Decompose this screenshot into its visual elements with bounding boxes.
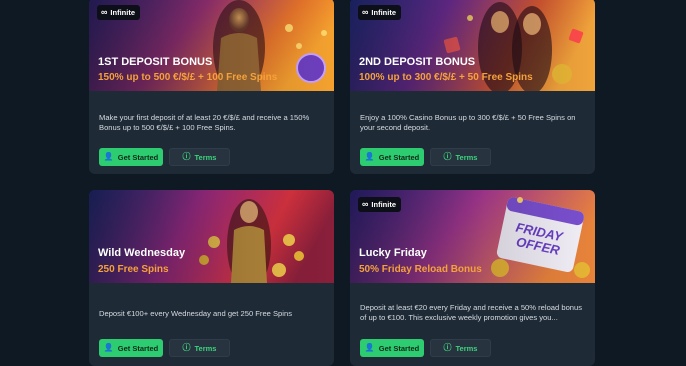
- terms-label: Terms: [455, 343, 478, 353]
- promo-card-wild-wednesday[interactable]: Wild Wednesday 250 Free Spins Deposit €1…: [89, 190, 334, 366]
- promo-subtitle: 150% up to 500 €/$/£ + 100 Free Spins: [98, 72, 278, 83]
- badge-label: Infinite: [371, 200, 397, 209]
- promo-description: Deposit at least €20 every Friday and re…: [360, 303, 583, 322]
- promo-description: Deposit €100+ every Wednesday and get 25…: [99, 309, 292, 318]
- get-started-label: Get Started: [378, 152, 420, 162]
- infinity-icon: ∞: [101, 7, 108, 17]
- promo-banner: Wild Wednesday 250 Free Spins: [89, 190, 334, 283]
- info-circle-icon: ⓘ: [182, 343, 191, 352]
- promo-description: Make your first deposit of at least 20 €…: [99, 113, 310, 132]
- promo-card-second-deposit[interactable]: ∞ Infinite 2ND DEPOSIT BONUS 100% up to …: [350, 0, 595, 174]
- terms-button[interactable]: ⓘ Terms: [169, 148, 230, 166]
- promo-banner: ∞ Infinite 2ND DEPOSIT BONUS 100% up to …: [350, 0, 595, 91]
- infinite-badge: ∞ Infinite: [358, 5, 402, 20]
- get-started-label: Get Started: [117, 152, 159, 162]
- terms-button[interactable]: ⓘ Terms: [169, 339, 230, 357]
- promo-banner: ∞ Infinite 1ST DEPOSIT BONUS 150% up to …: [89, 0, 334, 91]
- get-started-button[interactable]: 👤 Get Started: [360, 339, 424, 357]
- promo-title: 2ND DEPOSIT BONUS: [359, 56, 476, 68]
- infinite-badge: ∞ Infinite: [97, 5, 141, 20]
- info-circle-icon: ⓘ: [443, 152, 452, 161]
- user-plus-icon: 👤: [364, 152, 375, 161]
- promo-card-lucky-friday[interactable]: FRIDAY OFFER ∞ Infinite Lucky Friday 50%…: [350, 190, 595, 366]
- promo-subtitle: 50% Friday Reload Bonus: [359, 264, 482, 275]
- promo-description: Enjoy a 100% Casino Bonus up to 300 €/$/…: [360, 113, 576, 132]
- info-circle-icon: ⓘ: [443, 343, 452, 352]
- infinity-icon: ∞: [362, 7, 369, 17]
- get-started-label: Get Started: [378, 343, 420, 353]
- infinity-icon: ∞: [362, 199, 369, 209]
- promo-card-first-deposit[interactable]: ∞ Infinite 1ST DEPOSIT BONUS 150% up to …: [89, 0, 334, 174]
- info-circle-icon: ⓘ: [182, 152, 191, 161]
- user-plus-icon: 👤: [103, 152, 114, 161]
- get-started-button[interactable]: 👤 Get Started: [99, 339, 163, 357]
- promo-subtitle: 100% up to 300 €/$/£ + 50 Free Spins: [359, 72, 533, 83]
- badge-label: Infinite: [371, 8, 397, 17]
- promo-subtitle: 250 Free Spins: [98, 264, 169, 275]
- promo-title: Wild Wednesday: [98, 247, 186, 259]
- infinite-badge: ∞ Infinite: [358, 197, 402, 212]
- terms-label: Terms: [455, 152, 478, 162]
- get-started-button[interactable]: 👤 Get Started: [99, 148, 163, 166]
- terms-label: Terms: [194, 152, 217, 162]
- get-started-label: Get Started: [117, 343, 159, 353]
- user-plus-icon: 👤: [364, 343, 375, 352]
- badge-label: Infinite: [110, 8, 136, 17]
- promo-title: Lucky Friday: [359, 247, 427, 259]
- get-started-button[interactable]: 👤 Get Started: [360, 148, 424, 166]
- user-plus-icon: 👤: [103, 343, 114, 352]
- terms-button[interactable]: ⓘ Terms: [430, 148, 491, 166]
- terms-button[interactable]: ⓘ Terms: [430, 339, 491, 357]
- terms-label: Terms: [194, 343, 217, 353]
- promo-title: 1ST DEPOSIT BONUS: [98, 56, 213, 68]
- promo-banner: FRIDAY OFFER ∞ Infinite Lucky Friday 50%…: [350, 190, 595, 283]
